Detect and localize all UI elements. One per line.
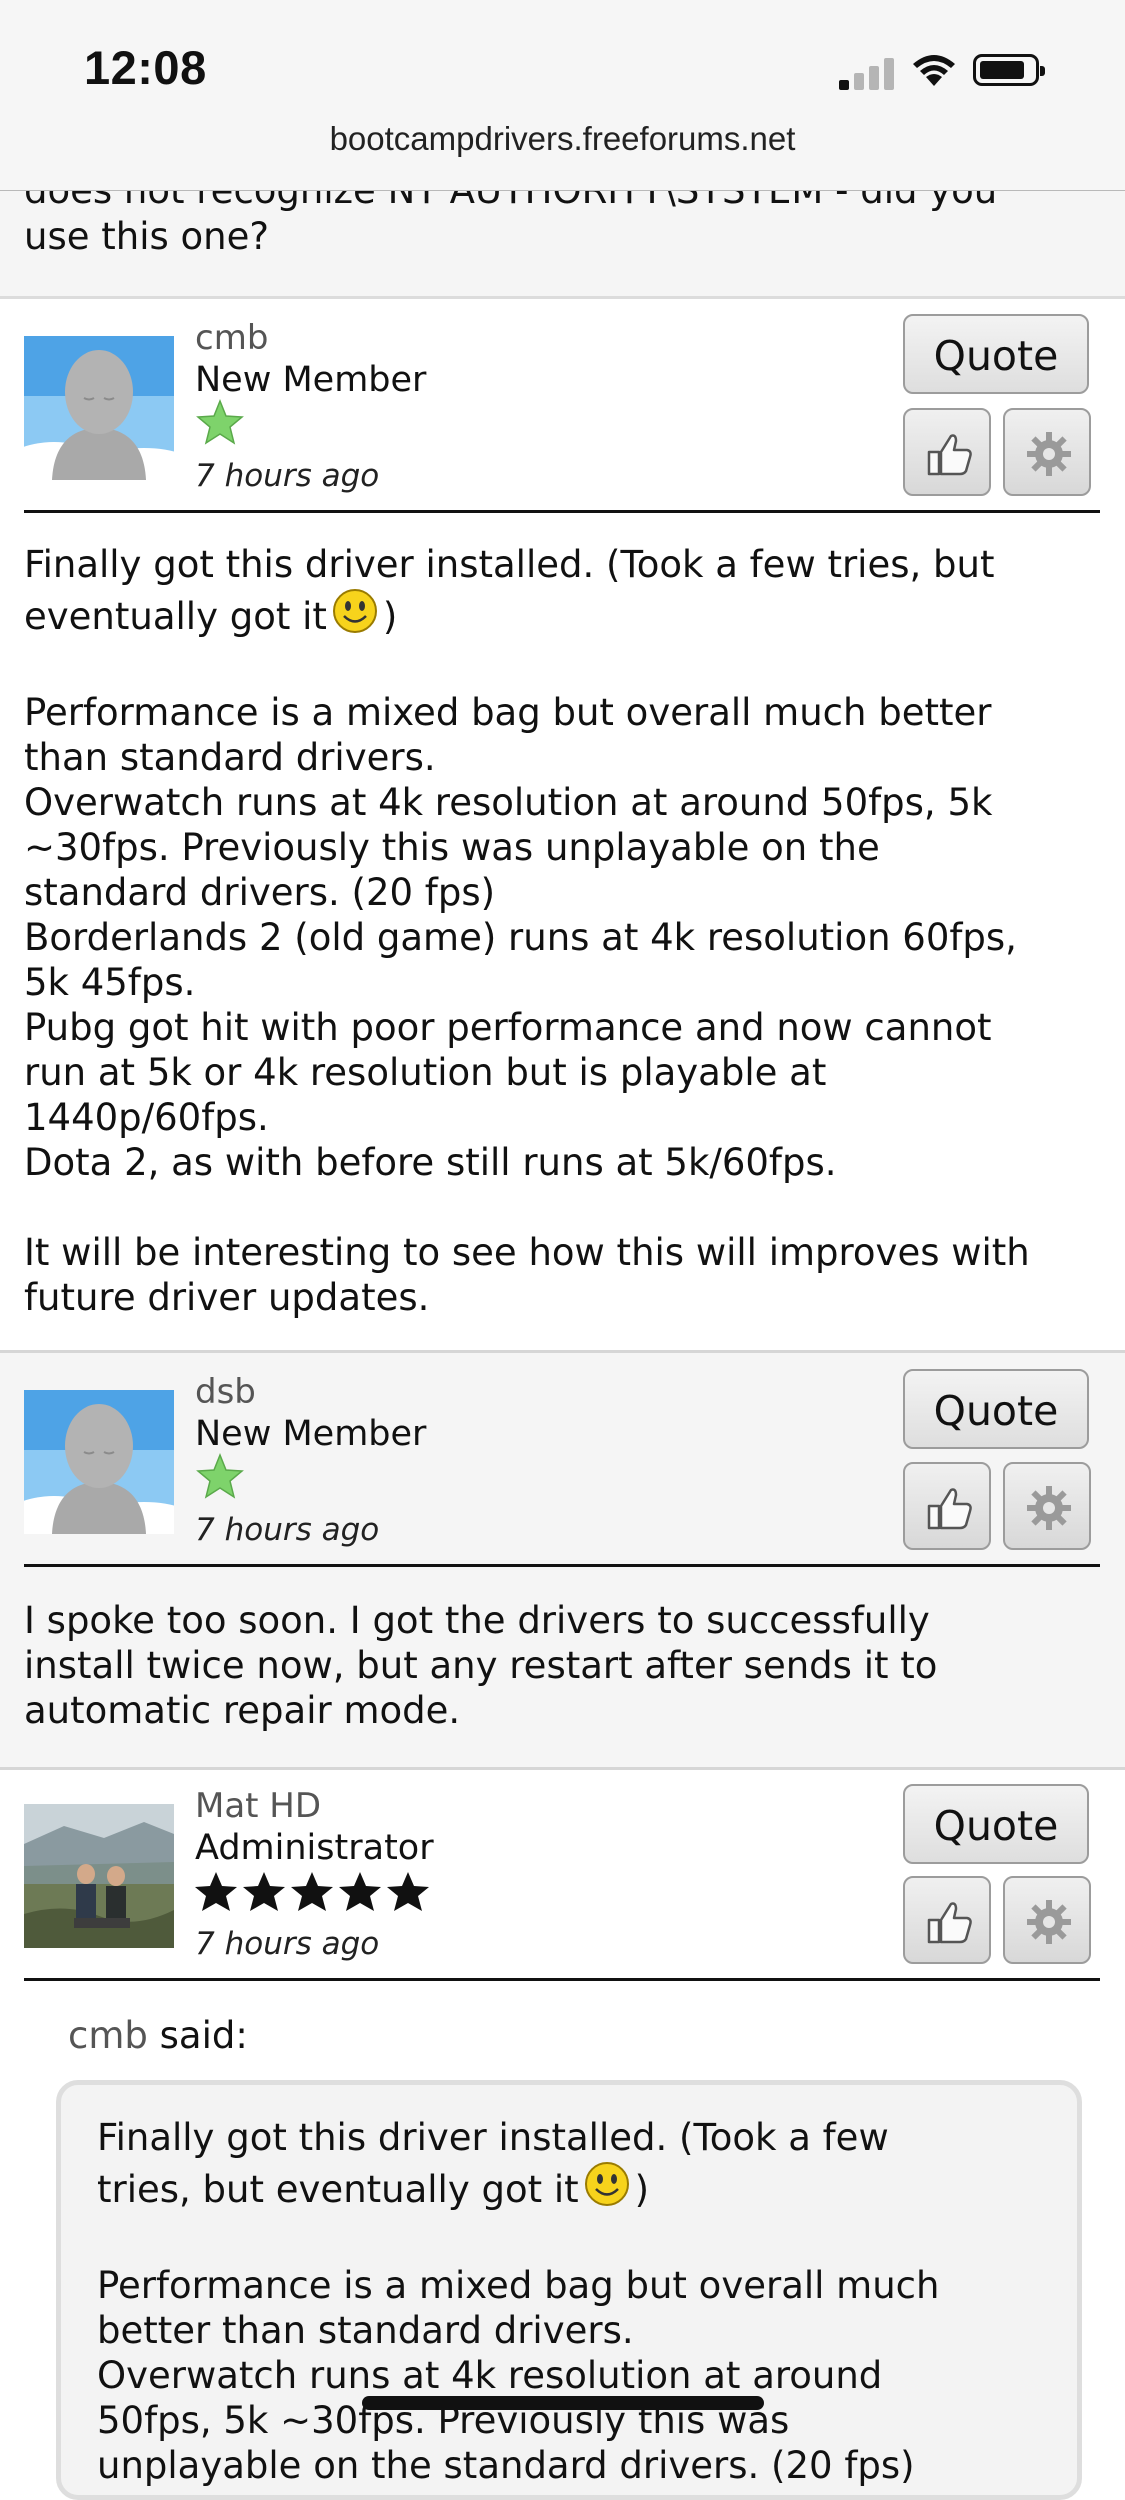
post-body: Finally got this driver installed. (Took… <box>24 543 1030 1319</box>
quote-button[interactable]: Quote <box>903 314 1089 394</box>
gear-icon <box>1027 432 1071 476</box>
post-body: I spoke too soon. I got the drivers to s… <box>24 1599 938 1732</box>
author-rank: Administrator <box>195 1828 434 1868</box>
browser-header: 12:08 bootcampdrivers.freeforums.net <box>0 0 1125 191</box>
author-name[interactable]: cmb <box>195 318 268 358</box>
avatar[interactable] <box>24 336 174 480</box>
cellular-signal-icon <box>839 56 899 90</box>
author-rank: New Member <box>195 1414 427 1454</box>
quoted-author[interactable]: cmb <box>68 2014 148 2057</box>
like-button[interactable] <box>903 1462 991 1550</box>
address-bar[interactable]: bootcampdrivers.freeforums.net <box>0 120 1125 158</box>
home-indicator[interactable] <box>362 2396 764 2410</box>
wifi-icon <box>911 52 957 92</box>
options-button[interactable] <box>1003 1876 1091 1964</box>
post-timestamp: 7 hours ago <box>195 458 380 494</box>
quote-attribution: cmb said: <box>68 2014 248 2057</box>
previous-post-text: use this one? <box>24 215 270 258</box>
smiley-icon <box>331 587 379 645</box>
options-button[interactable] <box>1003 1462 1091 1550</box>
header-divider <box>24 510 1100 513</box>
status-time: 12:08 <box>84 41 207 94</box>
header-divider <box>24 1564 1100 1567</box>
quote-button[interactable]: Quote <box>903 1369 1089 1449</box>
like-button[interactable] <box>903 408 991 496</box>
like-button[interactable] <box>903 1876 991 1964</box>
gear-icon <box>1027 1900 1071 1944</box>
rank-star-icon <box>195 1452 245 1506</box>
author-name[interactable]: dsb <box>195 1372 256 1412</box>
gear-icon <box>1027 1486 1071 1530</box>
thumbs-up-icon <box>927 1902 972 1944</box>
post-timestamp: 7 hours ago <box>195 1512 380 1548</box>
post-timestamp: 7 hours ago <box>195 1926 380 1962</box>
header-divider <box>24 1978 1100 1981</box>
options-button[interactable] <box>1003 408 1091 496</box>
avatar[interactable] <box>24 1390 174 1534</box>
thumbs-up-icon <box>927 434 972 476</box>
quote-button[interactable]: Quote <box>903 1784 1089 1864</box>
author-name[interactable]: Mat HD <box>195 1786 321 1826</box>
rank-stars <box>195 1870 435 1920</box>
rank-star-icon <box>195 398 245 452</box>
smiley-icon <box>583 2160 631 2218</box>
thumbs-up-icon <box>927 1488 972 1530</box>
battery-icon <box>973 54 1045 86</box>
post-separator <box>0 1767 1125 1770</box>
quote-block: Finally got this driver installed. (Took… <box>56 2080 1082 2500</box>
previous-post-fragment: does not recognize NT AUTHORITY\SYSTEM -… <box>0 169 1125 299</box>
author-rank: New Member <box>195 360 427 400</box>
avatar[interactable] <box>24 1804 174 1948</box>
